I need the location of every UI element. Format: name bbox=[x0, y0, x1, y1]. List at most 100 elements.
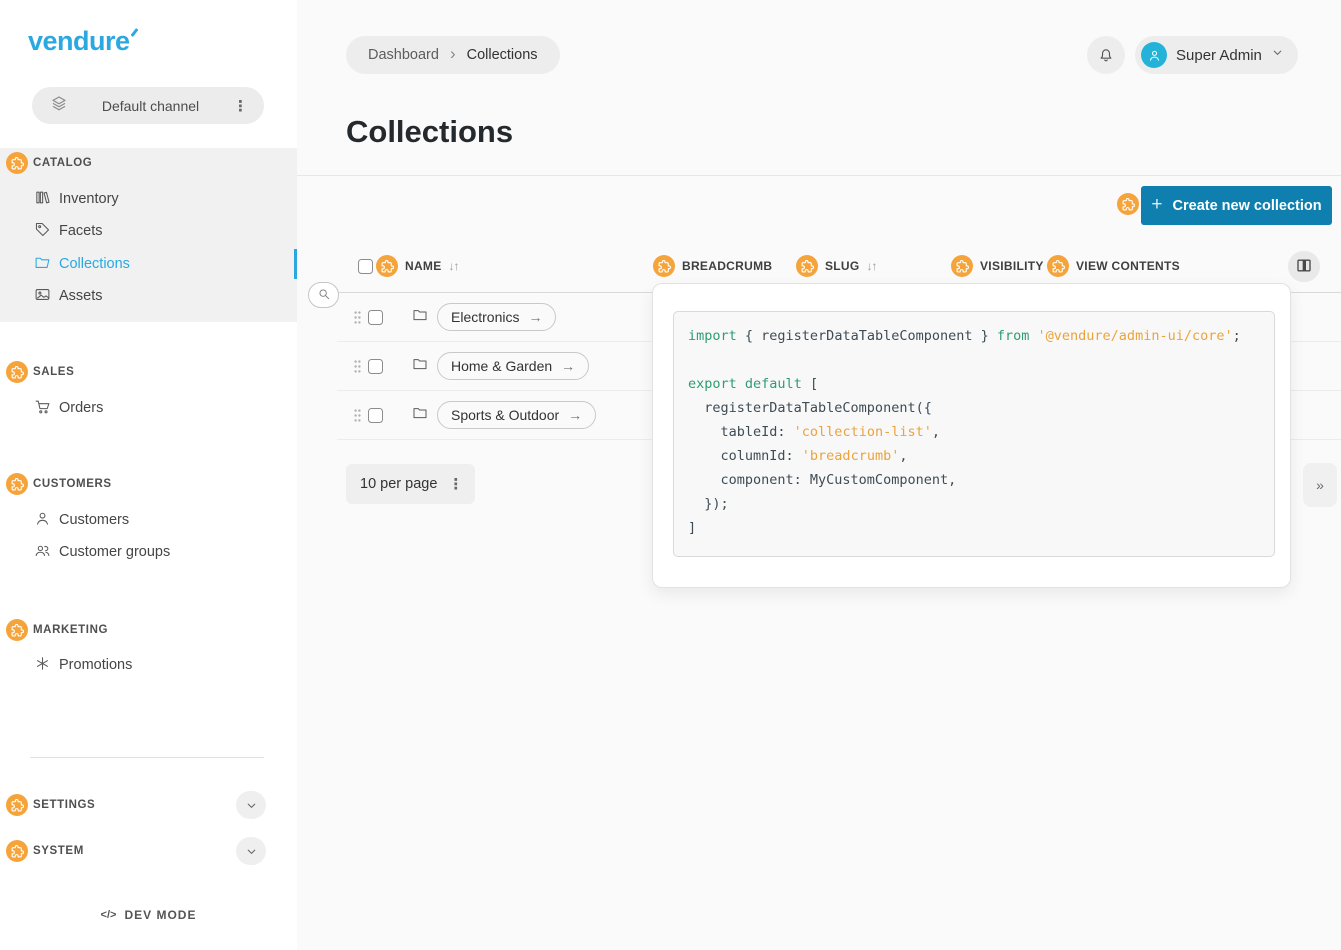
code-line: registerDataTableComponent({ bbox=[688, 396, 1274, 420]
plugin-badge-icon[interactable] bbox=[6, 794, 28, 816]
code-block: import { registerDataTableComponent } fr… bbox=[673, 311, 1275, 557]
column-picker-button[interactable] bbox=[1288, 251, 1320, 282]
row-checkbox[interactable] bbox=[368, 359, 383, 374]
collection-name-link[interactable]: Home & Garden → bbox=[437, 352, 589, 380]
dev-mode-label: DEV MODE bbox=[124, 908, 196, 922]
sidebar-item-customer-groups[interactable]: Customer groups bbox=[34, 540, 170, 564]
app-root: vendure Default channel ⋮ CATALOG Invent… bbox=[0, 0, 1341, 950]
column-header-slug[interactable]: SLUG ↓↑ bbox=[796, 255, 877, 277]
collection-name: Sports & Outdoor bbox=[451, 407, 559, 423]
plugin-badge-icon[interactable] bbox=[1047, 255, 1069, 277]
sidebar-item-label: Collections bbox=[59, 256, 130, 272]
drag-handle-icon[interactable] bbox=[354, 311, 361, 324]
sidebar: vendure Default channel ⋮ CATALOG Invent… bbox=[0, 0, 297, 950]
active-item-indicator bbox=[294, 249, 297, 279]
column-label: SLUG bbox=[825, 259, 860, 273]
notifications-button[interactable] bbox=[1087, 36, 1125, 74]
promotions-icon bbox=[34, 655, 51, 676]
breadcrumb-current[interactable]: Collections bbox=[467, 47, 538, 63]
row-checkbox[interactable] bbox=[368, 310, 383, 325]
column-header-view-contents: VIEW CONTENTS bbox=[1047, 255, 1180, 277]
bell-icon bbox=[1097, 45, 1115, 66]
image-icon bbox=[34, 286, 51, 307]
collection-name-link[interactable]: Sports & Outdoor → bbox=[437, 401, 596, 429]
folder-icon bbox=[412, 356, 428, 377]
section-header-settings: SETTINGS bbox=[6, 794, 95, 816]
section-header-customers: CUSTOMERS bbox=[6, 473, 112, 495]
user-menu[interactable]: Super Admin bbox=[1135, 36, 1298, 74]
section-label: MARKETING bbox=[33, 624, 108, 636]
plugin-badge-icon[interactable] bbox=[6, 152, 28, 174]
channel-switcher[interactable]: Default channel ⋮ bbox=[32, 87, 264, 124]
sidebar-item-label: Orders bbox=[59, 400, 103, 416]
kebab-icon[interactable]: ⋮ bbox=[233, 97, 248, 115]
double-chevron-right-icon: » bbox=[1316, 477, 1324, 493]
create-new-collection-button[interactable]: + Create new collection bbox=[1141, 186, 1332, 225]
plugin-badge-icon[interactable] bbox=[6, 840, 28, 862]
section-header-marketing: MARKETING bbox=[6, 619, 108, 641]
collection-name-link[interactable]: Electronics → bbox=[437, 303, 556, 331]
next-page-button[interactable]: » bbox=[1303, 463, 1337, 507]
inventory-icon bbox=[34, 189, 51, 210]
row-checkbox[interactable] bbox=[368, 408, 383, 423]
sidebar-item-label: Promotions bbox=[59, 657, 132, 673]
layers-icon bbox=[50, 94, 68, 117]
system-expand-button[interactable] bbox=[236, 837, 266, 865]
dev-mode-code-popup: import { registerDataTableComponent } fr… bbox=[652, 283, 1291, 588]
code-line: ] bbox=[688, 516, 1274, 540]
columns-icon bbox=[1296, 258, 1312, 276]
section-label: CATALOG bbox=[33, 157, 92, 169]
code-line bbox=[688, 348, 1274, 372]
sidebar-item-label: Inventory bbox=[59, 191, 119, 207]
column-label: NAME bbox=[405, 259, 442, 273]
vendure-logo: vendure bbox=[28, 26, 136, 57]
dev-mode-toggle[interactable]: </> DEV MODE bbox=[0, 908, 297, 922]
folder-icon bbox=[412, 405, 428, 426]
sidebar-item-orders[interactable]: Orders bbox=[34, 396, 103, 420]
section-label: SALES bbox=[33, 366, 74, 378]
arrow-right-icon: → bbox=[561, 358, 575, 374]
items-per-page-select[interactable]: 10 per page ⋮ bbox=[346, 464, 475, 504]
drag-handle-icon[interactable] bbox=[354, 360, 361, 373]
plugin-badge-icon[interactable] bbox=[6, 619, 28, 641]
cart-icon bbox=[34, 398, 51, 419]
plugin-badge-icon[interactable] bbox=[6, 361, 28, 383]
column-label: VISIBILITY bbox=[980, 259, 1044, 273]
sort-icon[interactable]: ↓↑ bbox=[449, 259, 459, 273]
kebab-icon: ⋮ bbox=[448, 475, 463, 493]
chevron-down-icon bbox=[1271, 46, 1284, 64]
drag-handle-icon[interactable] bbox=[354, 409, 361, 422]
sort-icon[interactable]: ↓↑ bbox=[867, 259, 877, 273]
sidebar-item-customers[interactable]: Customers bbox=[34, 508, 129, 532]
plugin-badge-icon[interactable] bbox=[1117, 193, 1139, 215]
sidebar-item-assets[interactable]: Assets bbox=[34, 284, 103, 308]
plugin-badge-icon[interactable] bbox=[6, 473, 28, 495]
column-header-name[interactable]: NAME ↓↑ bbox=[376, 255, 459, 277]
folder-icon bbox=[34, 254, 51, 275]
breadcrumb-link-dashboard[interactable]: Dashboard bbox=[368, 47, 439, 63]
plus-icon: + bbox=[1151, 194, 1162, 216]
avatar bbox=[1141, 42, 1167, 68]
user-icon bbox=[34, 510, 51, 531]
sidebar-divider bbox=[30, 757, 264, 758]
plugin-badge-icon[interactable] bbox=[376, 255, 398, 277]
plugin-badge-icon[interactable] bbox=[653, 255, 675, 277]
settings-expand-button[interactable] bbox=[236, 791, 266, 819]
arrow-right-icon: → bbox=[528, 309, 542, 325]
sidebar-item-inventory[interactable]: Inventory bbox=[34, 187, 119, 211]
code-line: component: MyCustomComponent, bbox=[688, 468, 1274, 492]
section-label: SETTINGS bbox=[33, 799, 95, 811]
select-all-checkbox[interactable] bbox=[358, 259, 373, 274]
plugin-badge-icon[interactable] bbox=[951, 255, 973, 277]
collection-name: Electronics bbox=[451, 309, 519, 325]
code-brackets-icon: </> bbox=[101, 909, 117, 921]
column-header-visibility: VISIBILITY bbox=[951, 255, 1044, 277]
search-toggle-button[interactable] bbox=[308, 282, 339, 308]
section-label: CUSTOMERS bbox=[33, 478, 112, 490]
channel-label: Default channel bbox=[68, 98, 233, 114]
sidebar-item-promotions[interactable]: Promotions bbox=[34, 653, 132, 677]
plugin-badge-icon[interactable] bbox=[796, 255, 818, 277]
sidebar-item-facets[interactable]: Facets bbox=[34, 219, 103, 243]
sidebar-item-collections[interactable]: Collections bbox=[34, 252, 130, 276]
logo-tick bbox=[130, 28, 138, 37]
